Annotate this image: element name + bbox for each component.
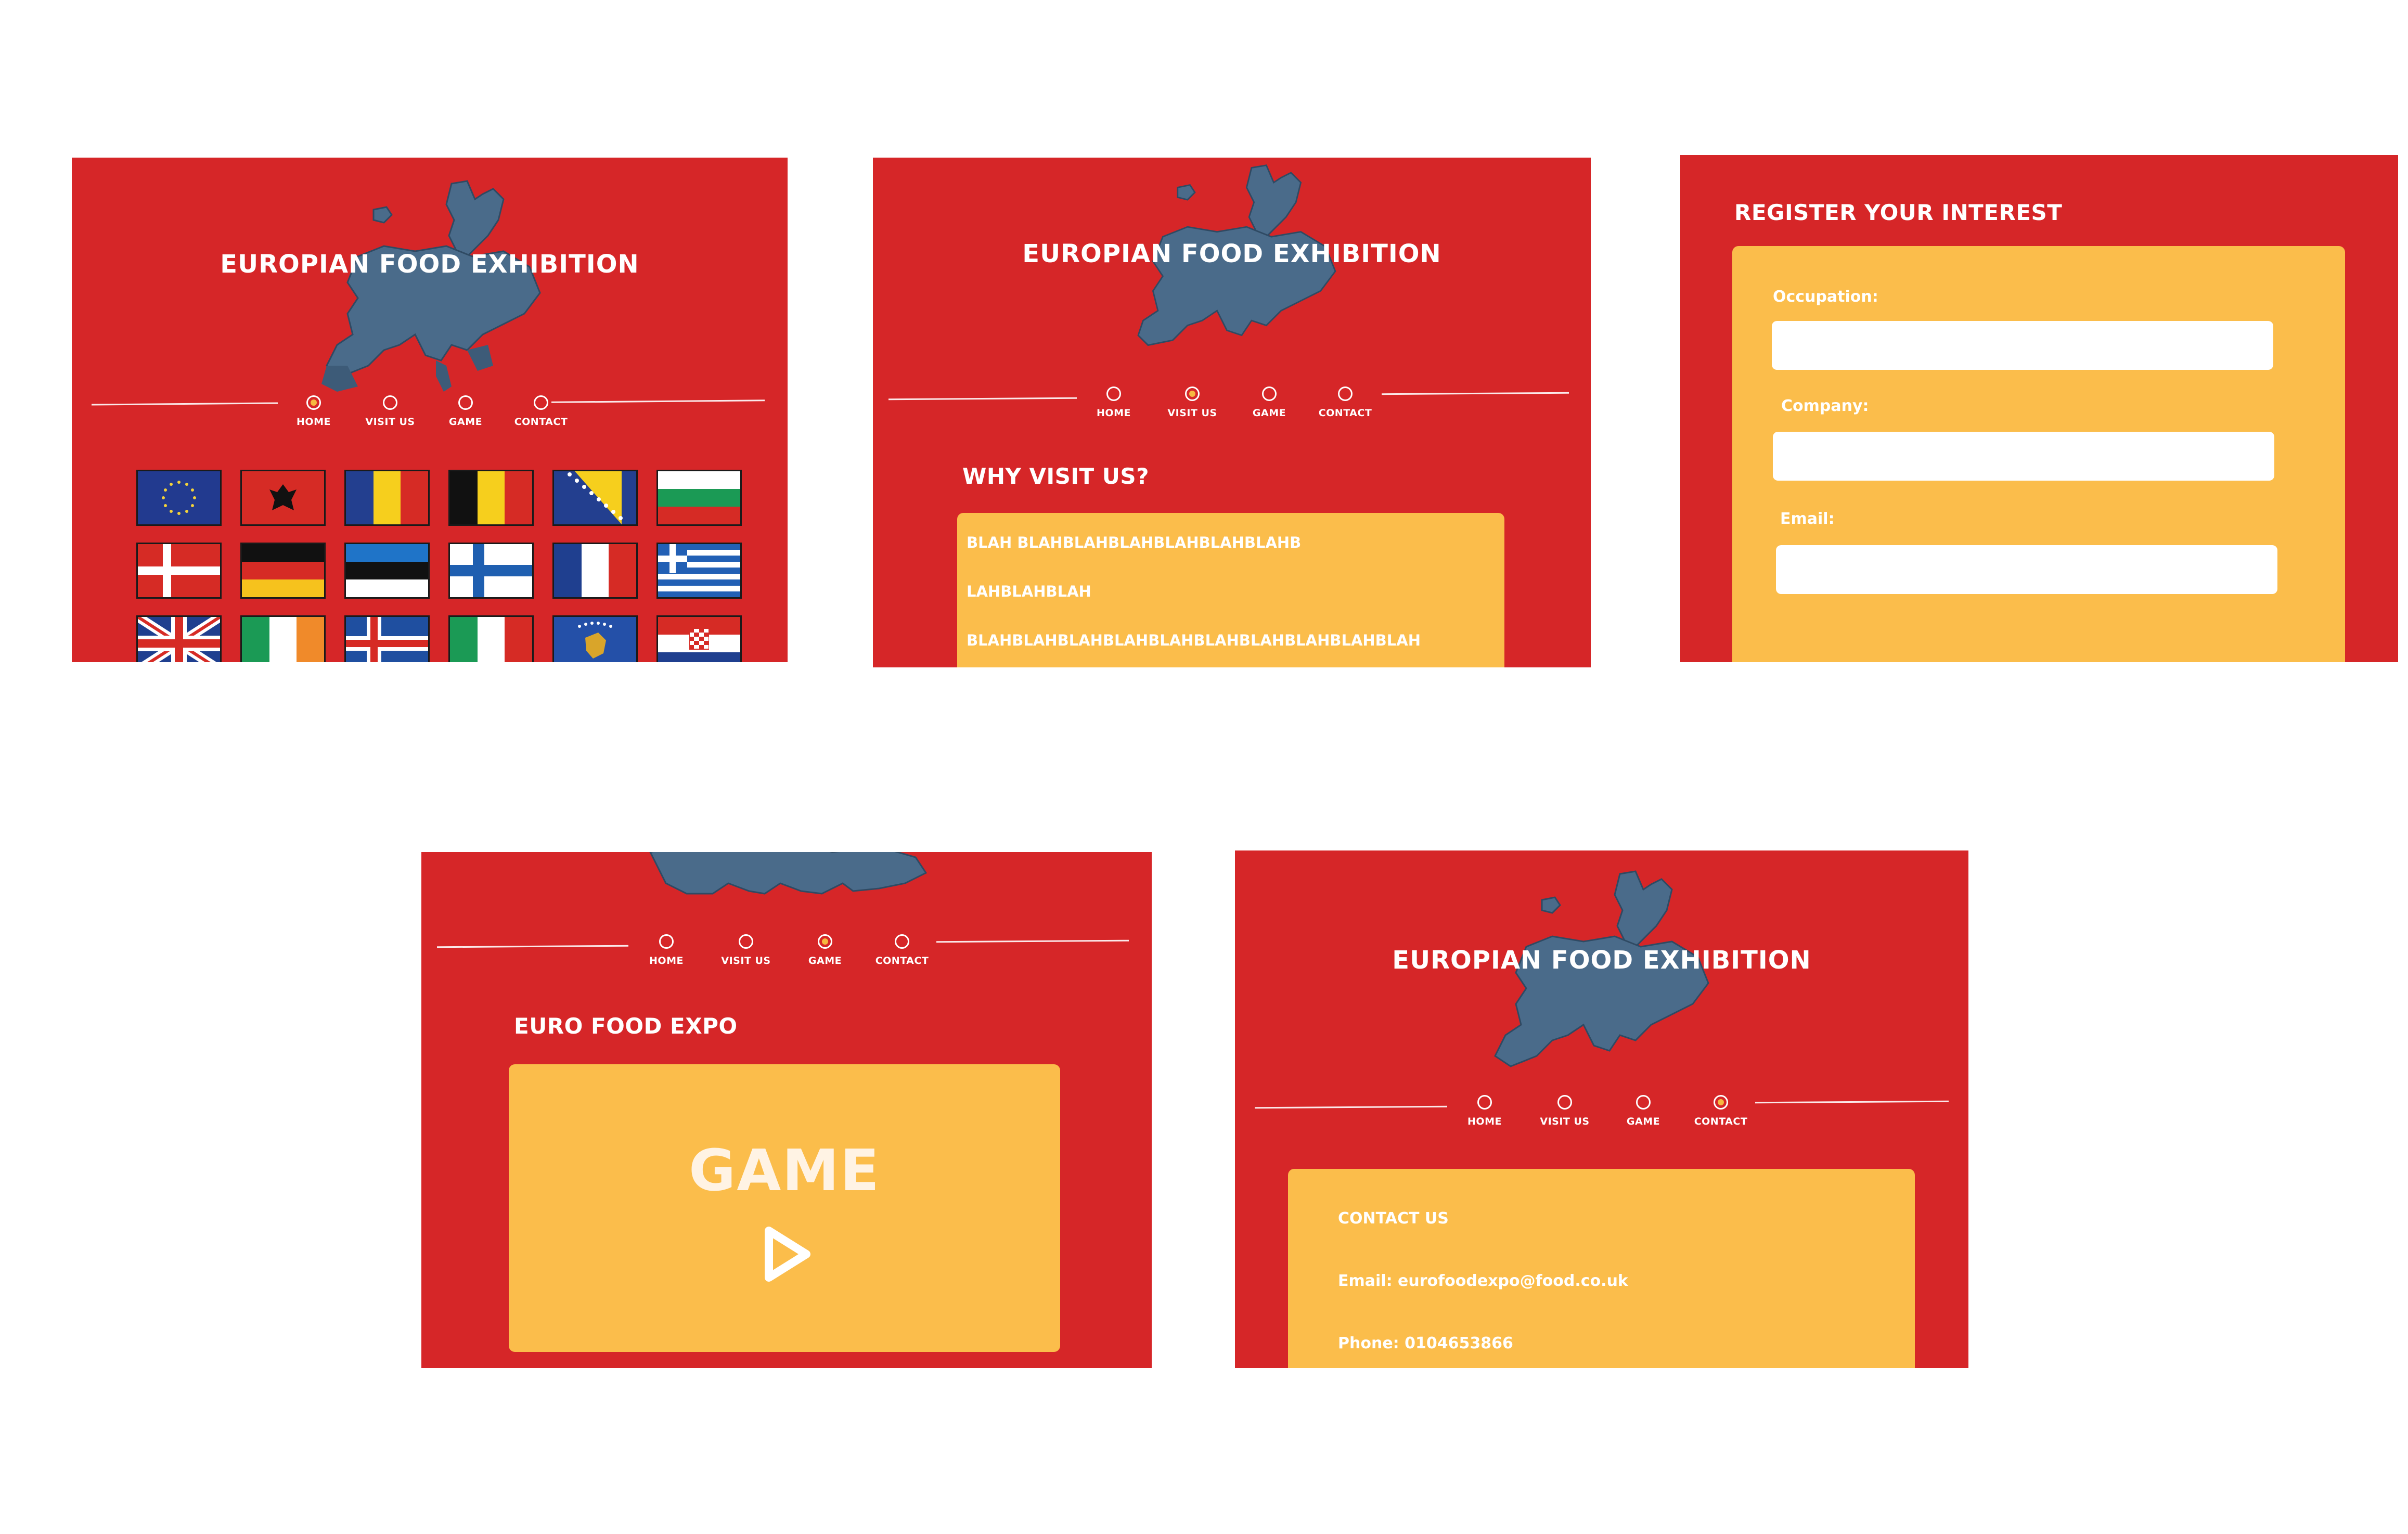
nav-dot-icon xyxy=(818,934,832,949)
email-input[interactable] xyxy=(1776,545,2277,594)
home-panel: EUROPIAN FOOD EXHIBITION HOME VISIT US G… xyxy=(72,158,788,662)
nav-game[interactable]: GAME xyxy=(1604,1095,1682,1127)
estonia-flag[interactable] xyxy=(344,543,430,599)
nav-home[interactable]: HOME xyxy=(627,934,705,966)
nav-contact[interactable]: CONTACT xyxy=(1306,386,1384,419)
visit-panel: EUROPIAN FOOD EXHIBITION HOME VISIT US G… xyxy=(873,158,1591,667)
nav-contact[interactable]: CONTACT xyxy=(863,934,941,966)
visit-text-line: LAHBLAHBLAH xyxy=(967,583,1091,600)
nav-dot-icon xyxy=(1262,386,1277,401)
nav-dot-icon xyxy=(1477,1095,1492,1110)
register-panel: REGISTER YOUR INTEREST Occupation: Compa… xyxy=(1680,155,2398,662)
contact-panel: EUROPIAN FOOD EXHIBITION HOME VISIT US G… xyxy=(1235,850,1968,1368)
albania-flag[interactable] xyxy=(240,470,326,526)
site-title: EUROPIAN FOOD EXHIBITION xyxy=(1022,239,1441,268)
nav-home[interactable]: HOME xyxy=(1075,386,1153,419)
site-title: EUROPIAN FOOD EXHIBITION xyxy=(220,250,639,279)
main-nav: HOME VISIT US GAME CONTACT xyxy=(873,386,1591,428)
iceland-flag[interactable] xyxy=(344,615,430,662)
nav-left-line xyxy=(1254,1105,1448,1109)
romania-flag[interactable] xyxy=(344,470,430,526)
nav-contact[interactable]: CONTACT xyxy=(1682,1095,1760,1127)
italy-flag[interactable] xyxy=(448,615,534,662)
nav-right-line xyxy=(936,939,1129,943)
greece-flag[interactable] xyxy=(656,543,742,599)
game-card[interactable]: GAME xyxy=(509,1064,1060,1352)
contact-heading: CONTACT US xyxy=(1338,1209,1449,1228)
contact-phone[interactable]: Phone: 0104653866 xyxy=(1338,1334,1513,1352)
contact-email[interactable]: Email: eurofoodexpo@food.co.uk xyxy=(1338,1272,1628,1290)
nav-dot-icon xyxy=(1714,1095,1728,1110)
nav-dot-icon xyxy=(1338,386,1353,401)
nav-visit-us[interactable]: VISIT US xyxy=(1153,386,1231,419)
belgium-flag[interactable] xyxy=(448,470,534,526)
nav-home[interactable]: HOME xyxy=(275,395,353,428)
visit-info-card: BLAH BLAHBLAHBLAHBLAHBLAHBLAHB LAHBLAHBL… xyxy=(957,513,1504,667)
nav-home[interactable]: HOME xyxy=(1446,1095,1524,1127)
occupation-label: Occupation: xyxy=(1773,288,1878,306)
uk-flag[interactable] xyxy=(136,615,222,662)
europe-map-image xyxy=(321,180,541,392)
main-nav: HOME VISIT US GAME CONTACT xyxy=(1235,1095,1968,1137)
nav-visit-us[interactable]: VISIT US xyxy=(351,395,429,428)
eu-flag[interactable] xyxy=(136,470,222,526)
kosovo-flag[interactable] xyxy=(552,615,638,662)
nav-dot-icon xyxy=(1636,1095,1651,1110)
nav-dot-icon xyxy=(1106,386,1121,401)
play-icon[interactable] xyxy=(758,1223,816,1285)
nav-left-line xyxy=(436,945,629,948)
finland-flag[interactable] xyxy=(448,543,534,599)
register-heading: REGISTER YOUR INTEREST xyxy=(1734,200,2063,225)
main-nav: HOME VISIT US GAME CONTACT xyxy=(72,395,788,437)
game-title: GAME xyxy=(688,1137,881,1204)
nav-dot-icon xyxy=(1185,386,1200,401)
germany-flag[interactable] xyxy=(240,543,326,599)
nav-dot-icon xyxy=(659,934,674,949)
nav-visit-us[interactable]: VISIT US xyxy=(1526,1095,1604,1127)
nav-left-line xyxy=(91,402,278,406)
nav-right-line xyxy=(1755,1100,1949,1104)
nav-game[interactable]: GAME xyxy=(786,934,864,966)
europe-map-image xyxy=(649,852,928,895)
nav-dot-icon xyxy=(1557,1095,1572,1110)
nav-game[interactable]: GAME xyxy=(427,395,505,428)
nav-contact[interactable]: CONTACT xyxy=(502,395,580,428)
bosnia-flag[interactable] xyxy=(552,470,638,526)
nav-dot-icon xyxy=(306,395,321,410)
denmark-flag[interactable] xyxy=(136,543,222,599)
visit-text-line: BLAHBLAHBLAHBLAHBLAHBLAHBLAHBLAHBLAHBLAH xyxy=(967,631,1421,649)
company-label: Company: xyxy=(1781,397,1869,415)
croatia-flag[interactable] xyxy=(656,615,742,662)
company-input[interactable] xyxy=(1773,432,2274,481)
france-flag[interactable] xyxy=(552,543,638,599)
nav-dot-icon xyxy=(458,395,473,410)
nav-dot-icon xyxy=(383,395,397,410)
nav-visit-us[interactable]: VISIT US xyxy=(707,934,785,966)
nav-right-line xyxy=(551,399,765,403)
occupation-input[interactable] xyxy=(1772,321,2273,370)
nav-left-line xyxy=(888,397,1077,401)
email-label: Email: xyxy=(1780,510,1835,528)
nav-dot-icon xyxy=(895,934,909,949)
site-title: EUROPIAN FOOD EXHIBITION xyxy=(1392,946,1811,975)
ireland-flag[interactable] xyxy=(240,615,326,662)
main-nav: HOME VISIT US GAME CONTACT xyxy=(421,934,1152,976)
nav-right-line xyxy=(1381,392,1569,395)
nav-game[interactable]: GAME xyxy=(1230,386,1308,419)
contact-card: CONTACT US Email: eurofoodexpo@food.co.u… xyxy=(1288,1169,1915,1368)
why-visit-heading: WHY VISIT US? xyxy=(962,463,1150,489)
game-panel: HOME VISIT US GAME CONTACT EURO FOOD EXP… xyxy=(421,852,1152,1368)
bulgaria-flag[interactable] xyxy=(656,470,742,526)
register-form-card: Occupation: Company: Email: xyxy=(1732,246,2345,662)
game-section-heading: EURO FOOD EXPO xyxy=(514,1013,738,1039)
nav-dot-icon xyxy=(739,934,753,949)
visit-text-line: BLAH BLAHBLAHBLAHBLAHBLAHBLAHB xyxy=(967,534,1302,551)
nav-dot-icon xyxy=(534,395,548,410)
